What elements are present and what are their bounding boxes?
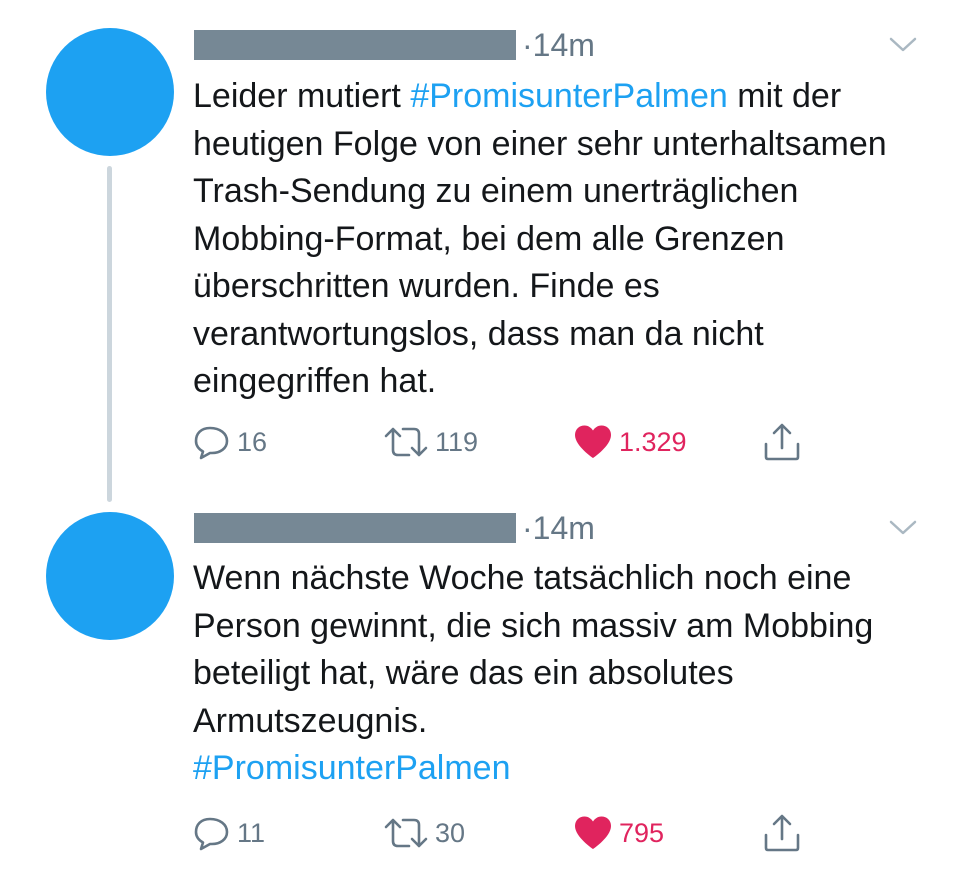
share-button[interactable]	[763, 813, 801, 853]
avatar[interactable]	[46, 512, 174, 640]
tweet-text: Wenn nächste Woche tatsächlich noch eine…	[193, 555, 913, 793]
tweet-timestamp[interactable]: ·14m	[522, 512, 595, 544]
heart-icon	[575, 816, 611, 849]
reply-button[interactable]: 11	[193, 815, 265, 851]
retweet-icon	[384, 818, 428, 848]
retweet-count: 30	[435, 817, 466, 848]
redacted-username	[194, 513, 516, 543]
retweet-button[interactable]: 30	[383, 815, 465, 851]
tweet[interactable]: ·14m Wenn nächste Woche tatsächlich noch…	[0, 0, 960, 873]
reply-icon	[194, 817, 229, 851]
reply-count: 11	[237, 817, 266, 848]
share-icon	[764, 814, 800, 852]
tweet-text-part: Wenn nächste Woche tatsächlich noch eine…	[193, 559, 874, 740]
chevron-down-icon[interactable]	[888, 519, 918, 537]
hashtag-link[interactable]: #PromisunterPalmen	[193, 749, 510, 787]
like-button[interactable]: 795	[573, 815, 664, 851]
like-count: 795	[619, 817, 665, 848]
